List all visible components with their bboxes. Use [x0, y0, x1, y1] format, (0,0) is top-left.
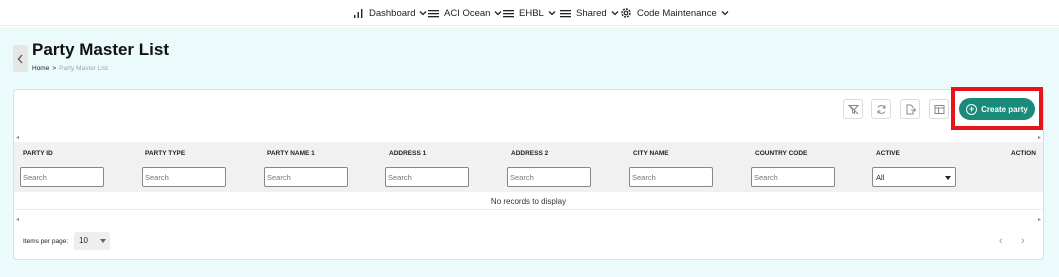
nav-shared[interactable]: Shared	[559, 6, 619, 20]
clear-filter-icon	[847, 104, 859, 114]
dropdown-caret-icon	[100, 239, 106, 243]
nav-ehbl-label: EHBL	[519, 7, 544, 19]
chevron-left-icon	[17, 54, 23, 63]
next-page-icon[interactable]: ›	[1021, 235, 1025, 247]
columns-button[interactable]	[929, 99, 949, 119]
filter-active-select[interactable]: All	[872, 167, 956, 187]
menu-icon	[502, 7, 514, 19]
scroll-right-icon[interactable]: ▸	[1038, 216, 1041, 223]
chevron-down-icon	[548, 11, 556, 16]
column-header-country-code[interactable]: COUNTRY CODE	[755, 150, 807, 157]
nav-dashboard-label: Dashboard	[369, 7, 416, 19]
columns-icon	[934, 104, 944, 114]
highlight-box	[951, 87, 1043, 130]
filter-city-name-input[interactable]	[629, 167, 713, 187]
page-content: Party Master List Home > Party Master Li…	[0, 27, 1059, 277]
empty-message: No records to display	[14, 194, 1043, 210]
nav-code-maintenance-label: Code Maintenance	[637, 7, 717, 19]
filter-party-name-input[interactable]	[264, 167, 348, 187]
column-header-city-name[interactable]: CITY NAME	[633, 150, 669, 157]
items-per-page-select[interactable]: 10	[74, 232, 110, 250]
bar-chart-icon	[352, 7, 364, 19]
filter-country-code-input[interactable]	[751, 167, 835, 187]
dropdown-caret-icon	[945, 176, 951, 180]
breadcrumb-separator: >	[52, 65, 57, 72]
nav-shared-label: Shared	[576, 7, 607, 19]
menu-icon	[427, 7, 439, 19]
column-header-party-type[interactable]: PARTY TYPE	[145, 150, 185, 157]
nav-aci-ocean[interactable]: ACI Ocean	[427, 6, 502, 20]
previous-page-icon[interactable]: ‹	[999, 235, 1003, 247]
filter-party-id-input[interactable]	[20, 167, 104, 187]
table-card: + Create party ◂ ▸ PARTY ID PARTY TYPE P…	[13, 87, 1044, 260]
breadcrumb-home[interactable]: Home	[32, 65, 49, 72]
column-header-party-id[interactable]: PARTY ID	[23, 150, 53, 157]
export-button[interactable]	[900, 99, 920, 119]
column-header-address-2[interactable]: ADDRESS 2	[511, 150, 548, 157]
filter-address-1-input[interactable]	[385, 167, 469, 187]
scroll-left-icon[interactable]: ◂	[16, 216, 19, 223]
column-header-action: ACTION	[1011, 150, 1036, 157]
menu-icon	[559, 7, 571, 19]
breadcrumb: Home > Party Master List	[32, 65, 108, 72]
column-header-party-name-1[interactable]: PARTY NAME 1	[267, 150, 315, 157]
page-title: Party Master List	[32, 40, 169, 59]
horizontal-scrollbar-top[interactable]: ◂ ▸	[14, 134, 1043, 142]
scroll-left-icon[interactable]: ◂	[16, 134, 19, 141]
table-header: PARTY ID PARTY TYPE PARTY NAME 1 ADDRESS…	[14, 142, 1043, 192]
filter-address-2-input[interactable]	[507, 167, 591, 187]
breadcrumb-current: Party Master List	[59, 65, 108, 72]
nav-ehbl[interactable]: EHBL	[502, 6, 556, 20]
items-per-page-label: Items per page:	[23, 238, 69, 245]
gear-icon	[620, 7, 632, 19]
filter-party-type-input[interactable]	[142, 167, 226, 187]
back-button[interactable]	[13, 45, 28, 72]
scroll-right-icon[interactable]: ▸	[1038, 134, 1041, 141]
nav-code-maintenance[interactable]: Code Maintenance	[620, 6, 729, 20]
refresh-button[interactable]	[871, 99, 891, 119]
items-per-page-value: 10	[79, 236, 88, 245]
chevron-down-icon	[611, 11, 619, 16]
clear-filter-button[interactable]	[843, 99, 863, 119]
column-header-active[interactable]: ACTIVE	[876, 150, 900, 157]
column-header-address-1[interactable]: ADDRESS 1	[389, 150, 426, 157]
refresh-icon	[877, 104, 885, 114]
chevron-down-icon	[721, 11, 729, 16]
nav-dashboard[interactable]: Dashboard	[352, 6, 427, 20]
filter-active-value: All	[876, 173, 885, 182]
top-nav: Dashboard ACI Ocean EHBL Shared Code Mai…	[0, 0, 1059, 26]
horizontal-scrollbar-bottom[interactable]: ◂ ▸	[14, 216, 1043, 224]
nav-aci-ocean-label: ACI Ocean	[444, 7, 491, 19]
export-icon	[906, 104, 916, 114]
